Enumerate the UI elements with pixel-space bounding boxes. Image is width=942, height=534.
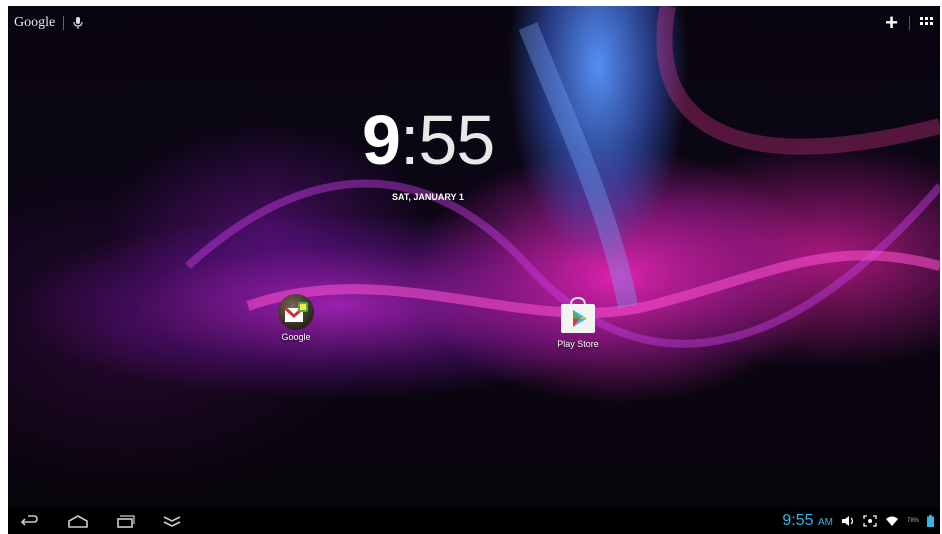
google-folder[interactable]: Google bbox=[266, 294, 326, 342]
clock-minute: :55 bbox=[399, 101, 495, 179]
clock-hour: 9 bbox=[362, 101, 401, 179]
google-search-bar[interactable]: Google bbox=[14, 15, 84, 31]
battery-icon bbox=[927, 515, 934, 527]
search-divider bbox=[63, 16, 65, 30]
play-store-shortcut[interactable]: Play Store bbox=[540, 295, 616, 349]
google-folder-label: Google bbox=[281, 332, 311, 342]
recents-icon[interactable] bbox=[114, 512, 136, 530]
status-time-value: 9:55 bbox=[782, 512, 814, 529]
top-divider bbox=[909, 16, 910, 30]
date-label: SAT, JANUARY 1 bbox=[392, 192, 464, 202]
play-store-label: Play Store bbox=[557, 339, 599, 349]
hide-keyboard-icon[interactable] bbox=[160, 512, 184, 530]
status-ampm: AM bbox=[817, 517, 833, 528]
battery-percent: 78% bbox=[906, 518, 919, 524]
screenshot-icon bbox=[863, 515, 877, 527]
gmail-folder-icon bbox=[278, 294, 314, 330]
home-screen: Google + 9:55 SAT, JANUARY 1 Google Play… bbox=[8, 6, 940, 508]
wallpaper bbox=[185, 6, 940, 348]
add-widget-button[interactable]: + bbox=[885, 12, 898, 34]
wifi-icon bbox=[885, 516, 898, 526]
play-store-icon bbox=[561, 296, 595, 333]
status-area[interactable]: 9:55 AM 78% bbox=[782, 512, 934, 530]
status-time: 9:55 AM bbox=[782, 512, 833, 530]
volume-icon bbox=[841, 516, 854, 526]
google-search-label[interactable]: Google bbox=[14, 15, 55, 31]
top-bar: Google + bbox=[8, 6, 940, 42]
all-apps-icon[interactable] bbox=[920, 17, 934, 27]
home-icon[interactable] bbox=[66, 512, 90, 530]
microphone-icon[interactable] bbox=[72, 16, 84, 30]
back-icon[interactable] bbox=[18, 512, 40, 530]
system-nav-bar: 9:55 AM 78% bbox=[8, 508, 940, 534]
clock-widget[interactable]: 9:55 bbox=[362, 100, 495, 180]
